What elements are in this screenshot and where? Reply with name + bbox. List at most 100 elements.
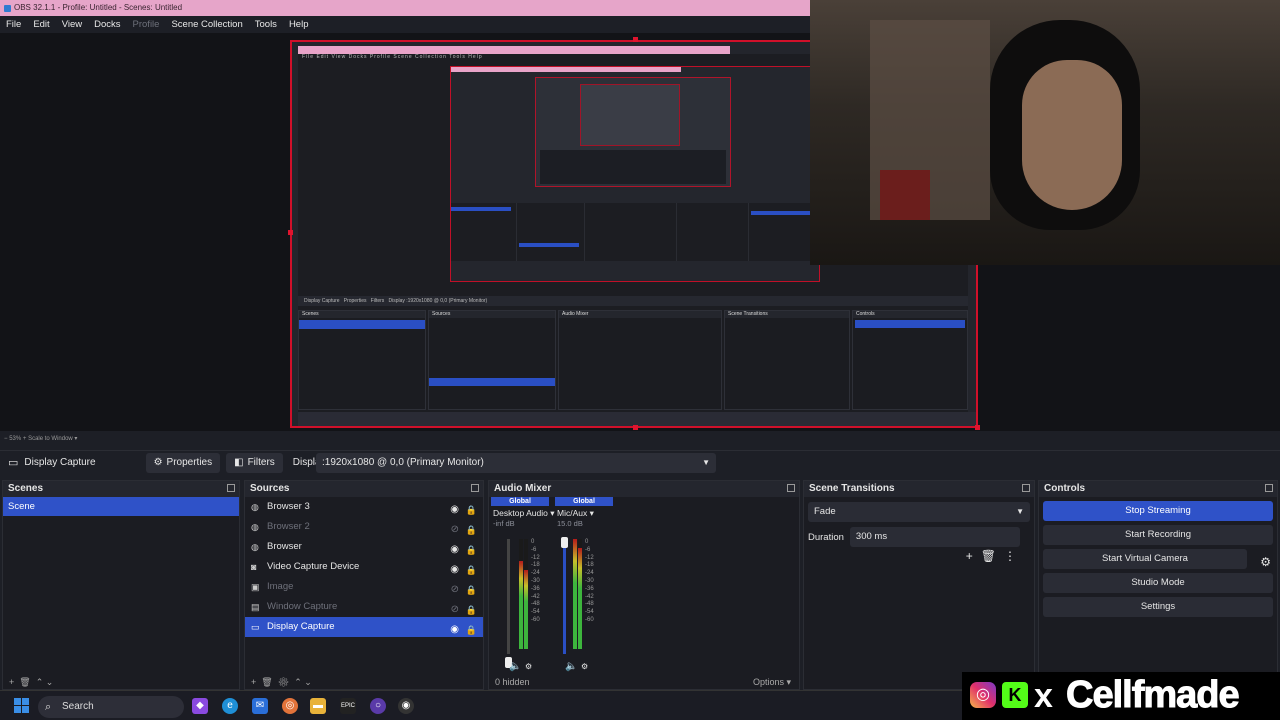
chevron-down-icon: ▼ (1016, 507, 1024, 516)
source-toolbar: ▭ Display Capture ⚙ Properties ◧ Filters… (0, 450, 1280, 474)
menu-profile[interactable]: Profile (133, 19, 160, 30)
undock-icon[interactable] (1265, 484, 1273, 492)
trash-icon[interactable]: 🗑 (981, 549, 1004, 563)
source-item[interactable]: ▤ Window Capture ⊘ 🔒 (245, 597, 483, 617)
source-item[interactable]: ▭ Display Capture ◉ 🔒 (245, 617, 483, 637)
menu-file[interactable]: File (6, 19, 21, 30)
obs-logo-icon (4, 5, 11, 12)
settings-button[interactable]: Settings (1043, 597, 1273, 617)
streamer-name: Cellfmade (1066, 674, 1241, 717)
source-item[interactable]: ◍ Browser 2 ⊘ 🔒 (245, 517, 483, 537)
zoom-out-button[interactable]: − (4, 436, 8, 442)
nested-taskbar (298, 412, 976, 426)
trash-icon[interactable]: 🗑 (19, 677, 30, 687)
speaker-icon[interactable]: 🔈 (509, 661, 521, 672)
add-icon[interactable]: + (9, 677, 14, 687)
move-down-icon[interactable]: ⌄ (304, 677, 312, 687)
menu-edit[interactable]: Edit (33, 19, 49, 30)
firefox-icon[interactable]: ◎ (282, 698, 298, 714)
volume-knob[interactable] (561, 537, 568, 548)
monitor-icon: ▭ (8, 457, 19, 469)
nested-docks: Scenes Sources Audio Mixer Scene Transit… (298, 310, 968, 412)
menu-view[interactable]: View (62, 19, 82, 30)
channel-tag: Global (491, 497, 549, 506)
app-icon[interactable]: ○ (370, 698, 386, 714)
resize-handle-corner[interactable] (975, 425, 980, 430)
volume-slider[interactable] (507, 539, 510, 654)
scenes-title: Scenes (8, 483, 44, 494)
speaker-icon[interactable]: 🔈 (565, 661, 577, 672)
start-recording-button[interactable]: Start Recording (1043, 525, 1273, 545)
move-up-icon[interactable]: ⌃ (36, 677, 44, 687)
channel-settings-icon[interactable]: ⚙ (525, 662, 532, 671)
volume-slider[interactable] (563, 539, 566, 654)
taskbar-search[interactable]: ⌕ Search (38, 696, 184, 718)
window-title: OBS 32.1.1 - Profile: Untitled - Scenes:… (14, 3, 183, 12)
source-item[interactable]: ▣ Image ⊘ 🔒 (245, 577, 483, 597)
zoom-level: 53% (9, 436, 22, 442)
nested-source-toolbar: Display Capture Properties Filters Displ… (298, 296, 968, 306)
properties-button[interactable]: ⚙ Properties (145, 452, 221, 473)
menu-help[interactable]: Help (289, 19, 309, 30)
channel-name[interactable]: Desktop Audio ▾ (491, 506, 554, 519)
resize-handle-top[interactable] (633, 37, 638, 42)
undock-icon[interactable] (1022, 484, 1030, 492)
menu-docks[interactable]: Docks (94, 19, 120, 30)
duration-input[interactable]: 300 ms (849, 527, 1020, 547)
audio-mixer-dock: Audio Mixer Global Desktop Audio ▾ -inf … (488, 480, 800, 690)
menu-scene-collection[interactable]: Scene Collection (171, 19, 242, 30)
source-label: Browser 2 (267, 521, 310, 532)
menu-tools[interactable]: Tools (255, 19, 277, 30)
zoom-in-button[interactable]: + (23, 436, 27, 442)
hidden-count[interactable]: 0 hidden (495, 677, 530, 687)
trash-icon[interactable]: 🗑 (261, 677, 272, 687)
search-label: Search (62, 701, 94, 712)
mixer-channel-mic: Global Mic/Aux ▾ 15.0 dB 0 -6 -12 -18 -24 -30… (555, 497, 613, 677)
lock-icon[interactable]: 🔒 (466, 620, 477, 640)
epic-games-icon[interactable]: EPIC (340, 698, 356, 714)
transition-select[interactable]: Fade ▼ (808, 502, 1030, 522)
duration-label: Duration (808, 531, 844, 543)
source-item[interactable]: ◍ Browser 3 ◉ 🔒 (245, 497, 483, 517)
undock-icon[interactable] (471, 484, 479, 492)
resize-handle-left[interactable] (288, 230, 293, 235)
mail-icon[interactable]: ✉ (252, 698, 268, 714)
eye-icon[interactable]: ◉ (450, 620, 459, 640)
channel-name[interactable]: Mic/Aux ▾ (555, 506, 613, 519)
more-icon[interactable]: ⋮ (1004, 549, 1024, 563)
mixer-options[interactable]: Options ▾ (753, 675, 791, 689)
move-up-icon[interactable]: ⌃ (294, 677, 302, 687)
undock-icon[interactable] (227, 484, 235, 492)
studio-mode-button[interactable]: Studio Mode (1043, 573, 1273, 593)
stop-streaming-button[interactable]: Stop Streaming (1043, 501, 1273, 521)
level-meter-l (519, 539, 523, 649)
chevron-down-icon[interactable]: ▾ (74, 436, 77, 442)
add-icon[interactable]: + (251, 677, 256, 687)
edge-icon[interactable]: e (222, 698, 238, 714)
obs-icon[interactable]: ◉ (398, 698, 414, 714)
windows-start-icon[interactable] (14, 698, 30, 714)
scene-item[interactable]: Scene (3, 497, 239, 516)
channel-db: 15.0 dB (557, 519, 583, 528)
display-select[interactable]: :1920x1080 @ 0,0 (Primary Monitor) ▼ (316, 453, 716, 473)
level-meter-r (578, 539, 582, 649)
move-down-icon[interactable]: ⌄ (46, 677, 54, 687)
source-item[interactable]: ◙ Video Capture Device ◉ 🔒 (245, 557, 483, 577)
gear-icon[interactable]: ⚙ (278, 677, 289, 687)
options-label: Options (752, 677, 784, 687)
undock-icon[interactable] (787, 484, 795, 492)
copilot-icon[interactable]: ◆ (192, 698, 208, 714)
webcam-poster (880, 170, 930, 220)
source-item[interactable]: ◍ Browser ◉ 🔒 (245, 537, 483, 557)
transition-value: Fade (814, 506, 836, 517)
kick-icon: K (1002, 682, 1028, 708)
display-value: :1920x1080 @ 0,0 (Primary Monitor) (322, 457, 484, 468)
add-icon[interactable]: + (966, 549, 981, 563)
gear-icon[interactable]: ⚙ (1260, 555, 1271, 569)
resize-handle-bottom[interactable] (633, 425, 638, 430)
filters-button[interactable]: ◧ Filters (226, 452, 283, 473)
folder-icon[interactable]: ▬ (310, 698, 326, 714)
channel-settings-icon[interactable]: ⚙ (581, 662, 588, 671)
start-virtual-camera-button[interactable]: Start Virtual Camera (1043, 549, 1247, 569)
scale-mode[interactable]: Scale to Window (28, 436, 73, 442)
